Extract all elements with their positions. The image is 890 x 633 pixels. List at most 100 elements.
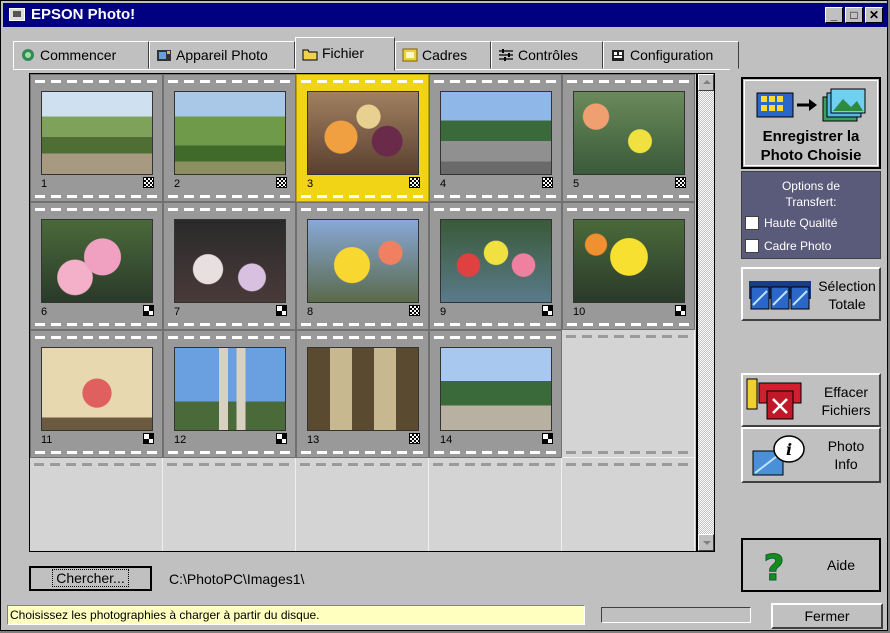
film-perforation [434,195,557,198]
quality-badge-icon [276,305,287,316]
film-perforation [566,451,690,454]
film-perforation [35,451,158,454]
film-perforation [434,336,557,339]
film-perforation [567,208,690,211]
photo-thumbnail-6[interactable]: 6 [30,202,163,330]
photo-number: 14 [440,434,453,446]
browse-button[interactable]: Chercher... [29,566,152,591]
minimize-button[interactable]: _ [825,7,843,23]
empty-slot [429,458,562,551]
film-perforation [434,80,557,83]
empty-slot [30,458,163,551]
delete-files-button[interactable]: Effacer Fichiers [741,373,881,427]
scroll-up-arrow[interactable] [698,74,714,91]
window-title: EPSON Photo! [31,6,136,23]
title-bar: EPSON Photo! _ □ ✕ [3,3,887,27]
quality-badge-icon [276,177,287,188]
camera-icon [157,50,171,61]
photo-number: 13 [307,434,320,446]
high-quality-checkbox[interactable] [745,216,759,230]
photo-thumbnail-9[interactable]: 9 [429,202,562,330]
browse-label: Chercher... [52,569,129,587]
film-perforation [301,80,424,83]
progress-bar [601,607,751,623]
help-button[interactable]: ? Aide [741,538,881,592]
tab-label: Commencer [40,47,117,63]
sliders-icon [499,49,513,61]
tab-appareil-photo[interactable]: Appareil Photo [149,41,295,69]
tab-configuration[interactable]: Configuration [603,41,739,69]
film-perforation [168,208,291,211]
film-perforation [35,336,158,339]
photo-thumbnail-10[interactable]: 10 [562,202,695,330]
photo-thumbnail-8[interactable]: 8 [296,202,429,330]
photo-thumbnail-5[interactable]: 5 [562,74,695,202]
select-all-button[interactable]: Sélection Totale [741,267,881,321]
tab-controles[interactable]: Contrôles [491,41,603,69]
photo-number: 11 [41,434,53,446]
quality-badge-icon [276,433,287,444]
svg-text:?: ? [764,548,785,586]
svg-text:i: i [786,440,792,459]
photo-info-button[interactable]: i Photo Info [741,427,881,483]
photo-image [174,347,286,431]
film-perforation [168,323,291,326]
photo-thumbnail-7[interactable]: 7 [163,202,296,330]
photo-thumbnail-3[interactable]: 3 [296,74,429,202]
tab-label: Appareil Photo [176,47,268,63]
close-window-button[interactable]: ✕ [865,7,883,23]
close-button[interactable]: Fermer [771,603,883,629]
photo-thumbnail-4[interactable]: 4 [429,74,562,202]
scroll-down-arrow[interactable] [698,534,714,551]
film-perforation [301,336,424,339]
film-perforation [433,463,557,466]
photo-number: 10 [573,306,586,318]
film-perforation [168,336,291,339]
maximize-button[interactable]: □ [845,7,863,23]
tab-cadres[interactable]: Cadres [395,41,491,69]
photo-image [307,347,419,431]
photo-number: 2 [174,178,181,190]
vertical-scrollbar[interactable] [697,73,715,552]
photo-number: 8 [307,306,314,318]
app-icon [9,8,25,21]
save-selected-photo-button[interactable]: Enregistrer la Photo Choisie [741,77,881,169]
film-perforation [167,463,291,466]
tab-label: Fichier [322,45,365,61]
film-perforation [35,208,158,211]
film-perforation [35,195,158,198]
photo-image [440,219,552,303]
photo-image [174,91,286,175]
camera-to-pc-icon [756,88,866,122]
film-perforation [301,323,424,326]
film-perforation [567,80,690,83]
tab-fichier[interactable]: Fichier [295,37,395,71]
quality-badge-icon [409,177,420,188]
film-perforation [434,451,557,454]
photo-image [440,347,552,431]
photo-thumbnail-1[interactable]: 1 [30,74,163,202]
photo-thumbnail-12[interactable]: 12 [163,330,296,458]
photo-number: 3 [307,178,314,190]
film-perforation [300,463,424,466]
quality-badge-icon [143,305,154,316]
photo-number: 7 [174,306,181,318]
photo-thumbnail-13[interactable]: 13 [296,330,429,458]
quality-badge-icon [143,433,154,444]
quality-badge-icon [542,177,553,188]
film-perforation [301,195,424,198]
photo-thumbnail-11[interactable]: 11 [30,330,163,458]
photo-frame-checkbox[interactable] [745,239,759,253]
settings-icon [612,50,624,61]
photo-grid: 1 2 3 4 5 6 7 8 9 10 11 12 13 14 [29,73,697,552]
photo-thumbnail-2[interactable]: 2 [163,74,296,202]
empty-slot [562,330,695,458]
select-all-label: Sélection Totale [818,278,876,312]
frame-icon [402,48,418,62]
empty-slot [296,458,429,551]
transfer-options-panel: Options de Transfert: Haute Qualité Cadr… [741,171,881,259]
help-label: Aide [826,557,856,573]
quality-badge-icon [675,305,686,316]
tab-commencer[interactable]: Commencer [13,41,149,69]
photo-thumbnail-14[interactable]: 14 [429,330,562,458]
